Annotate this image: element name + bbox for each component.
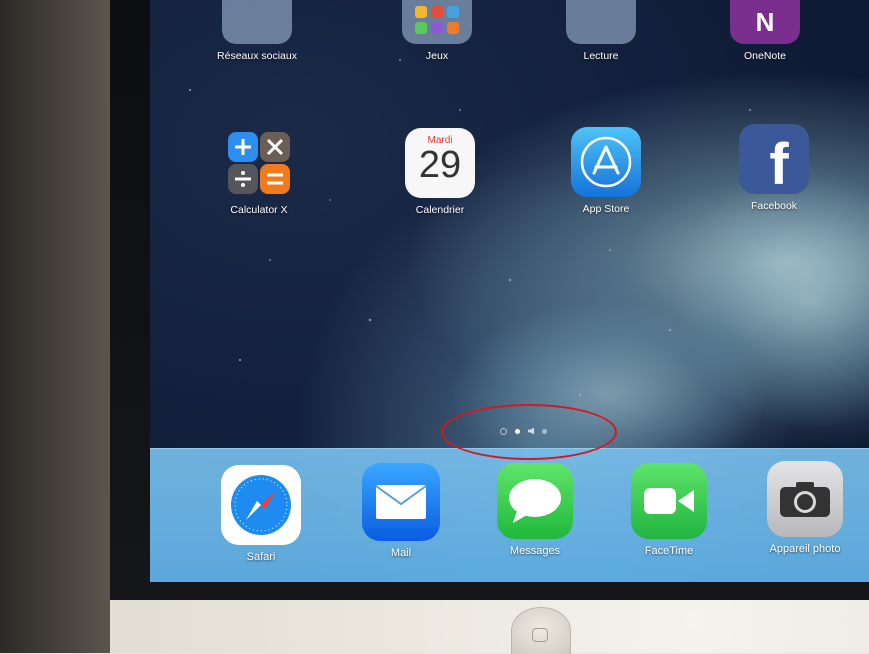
dock-app-safari[interactable]: Safari: [206, 465, 316, 563]
app-label: Jeux: [425, 50, 449, 62]
app-label: Réseaux sociaux: [217, 50, 297, 62]
calculator-icon: [224, 128, 294, 198]
social-networks-folder-icon: [222, 0, 292, 44]
app-label: OneNote: [743, 50, 787, 62]
reading-folder-icon: [566, 0, 636, 44]
home-button[interactable]: [511, 607, 571, 654]
dock-app-facetime[interactable]: FaceTime: [614, 463, 724, 557]
dock-app-camera[interactable]: Appareil photo: [750, 461, 860, 555]
app-label: Calendrier: [415, 204, 465, 216]
app-label: Lecture: [583, 50, 619, 62]
messages-icon: [497, 463, 573, 539]
home-button-square-icon: [532, 628, 548, 642]
camera-icon: [767, 461, 843, 537]
facebook-icon: f: [739, 124, 809, 194]
app-label: Calculator X: [230, 204, 288, 216]
app-facebook[interactable]: f Facebook: [719, 124, 829, 212]
safari-icon: [221, 465, 301, 545]
ipad-screen: Réseaux sociaux Jeux Lecture N OneNote C…: [150, 0, 869, 582]
app-label: App Store: [582, 203, 630, 215]
mail-icon: [362, 463, 440, 541]
ipad-case-cover: [0, 0, 110, 653]
dock: Safari Mail Messages FaceTime Appareil p…: [150, 448, 869, 582]
app-store-icon: [571, 127, 641, 197]
app-calendrier[interactable]: Mardi 29 Calendrier: [385, 128, 495, 216]
app-label: Appareil photo: [769, 543, 841, 555]
annotation-ellipse: [441, 404, 617, 460]
app-label: Safari: [246, 551, 276, 563]
app-reseaux-sociaux[interactable]: Réseaux sociaux: [202, 0, 312, 62]
dock-app-messages[interactable]: Messages: [480, 463, 590, 557]
app-label: Facebook: [750, 200, 798, 212]
dock-app-mail[interactable]: Mail: [346, 463, 456, 559]
calendar-icon: Mardi 29: [405, 128, 475, 198]
app-lecture[interactable]: Lecture: [546, 0, 656, 62]
app-app-store[interactable]: App Store: [551, 127, 661, 215]
facetime-icon: [631, 463, 707, 539]
app-label: FaceTime: [644, 545, 694, 557]
app-jeux[interactable]: Jeux: [382, 0, 492, 62]
games-folder-icon: [402, 0, 472, 44]
app-label: Mail: [390, 547, 412, 559]
app-calculator-x[interactable]: Calculator X: [204, 128, 314, 216]
onenote-icon: N: [730, 0, 800, 44]
app-label: Messages: [509, 545, 561, 557]
app-onenote[interactable]: N OneNote: [710, 0, 820, 62]
